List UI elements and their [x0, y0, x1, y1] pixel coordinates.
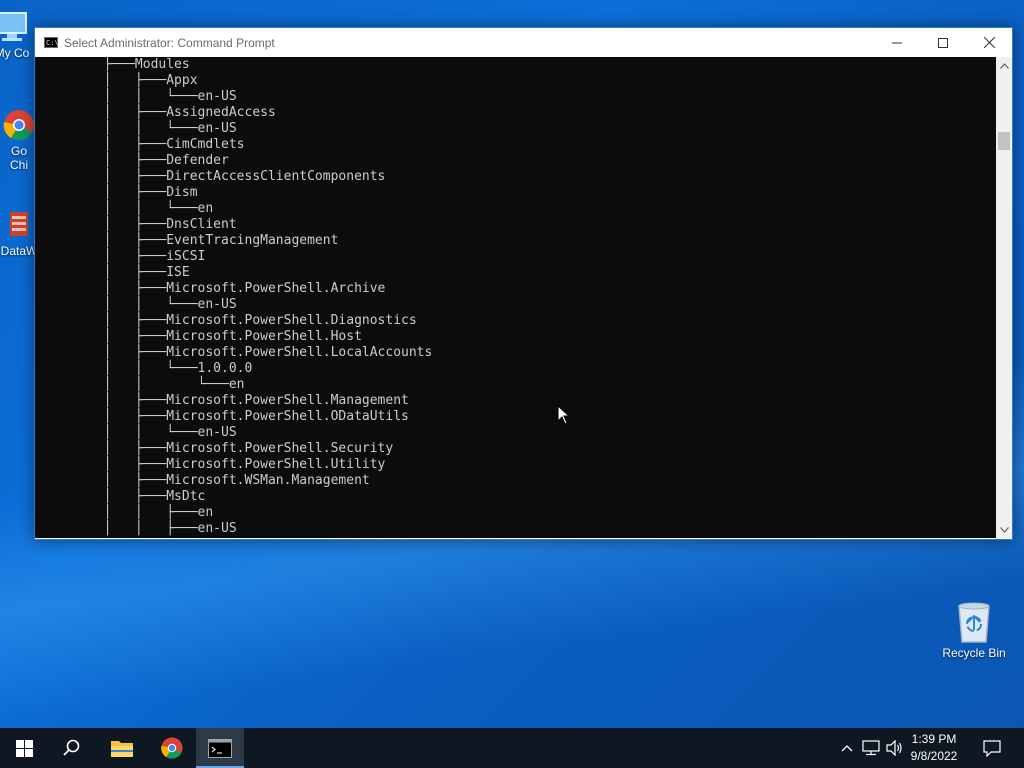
- notification-icon: [983, 739, 1001, 757]
- console-line: │ ├───Microsoft.PowerShell.Diagnostics: [41, 313, 417, 328]
- desktop-icon-label: Recycle Bin: [942, 646, 1006, 660]
- minimize-icon: [892, 42, 902, 43]
- taskbar-file-explorer[interactable]: [98, 728, 146, 768]
- search-button[interactable]: [48, 728, 96, 768]
- console-line: │ ├───Microsoft.PowerShell.ODataUtils: [41, 409, 409, 424]
- command-prompt-window[interactable]: C:\_ Select Administrator: Command Promp…: [34, 27, 1013, 540]
- console-line: │ ├───iSCSI: [41, 249, 206, 264]
- chevron-up-icon: [841, 745, 853, 752]
- start-button[interactable]: [0, 728, 48, 768]
- scroll-up-button[interactable]: [996, 57, 1012, 74]
- console-line: │ │ ├───en-US: [41, 521, 237, 536]
- show-hidden-icons-button[interactable]: [838, 728, 856, 768]
- chrome-icon: [161, 737, 183, 759]
- console-line: │ │ └───en-US: [41, 121, 237, 136]
- windows-logo-icon: [15, 739, 33, 757]
- console-line: │ │ └───en: [41, 201, 214, 216]
- taskbar: 1:39 PM 9/8/2022: [0, 728, 1024, 768]
- volume-button[interactable]: [884, 728, 904, 768]
- taskbar-clock[interactable]: 1:39 PM 9/8/2022: [904, 731, 964, 765]
- console-line: │ │ └───en: [41, 377, 245, 392]
- vertical-scrollbar[interactable]: [996, 57, 1012, 538]
- window-title: Select Administrator: Command Prompt: [64, 36, 275, 50]
- network-icon: [862, 740, 880, 756]
- console-line: │ ├───DnsClient: [41, 217, 237, 232]
- action-center-button[interactable]: [970, 728, 1014, 768]
- minimize-button[interactable]: [874, 28, 920, 57]
- clock-date: 9/8/2022: [910, 749, 958, 763]
- console-line: │ ├───Microsoft.PowerShell.Archive: [41, 281, 386, 296]
- console-output[interactable]: ├───Modules │ ├───Appx │ │ └───en-US │ ├…: [35, 57, 996, 538]
- clock-time: 1:39 PM: [911, 732, 957, 746]
- console-line: │ ├───CimCmdlets: [41, 137, 245, 152]
- desktop-icon-recycle-bin[interactable]: Recycle Bin: [936, 600, 1012, 660]
- console-line: │ ├───Microsoft.PowerShell.LocalAccounts: [41, 345, 433, 360]
- mouse-cursor-icon: [557, 405, 571, 425]
- console-line: │ ├───Microsoft.PowerShell.Management: [41, 393, 409, 408]
- console-line: │ ├───ISE: [41, 265, 190, 280]
- console-line: │ ├───Microsoft.PowerShell.Utility: [41, 457, 386, 472]
- chrome-icon: [3, 110, 34, 141]
- console-line: │ │ └───1.0.0.0: [41, 361, 253, 376]
- taskbar-chrome[interactable]: [148, 728, 196, 768]
- console-line: │ ├───Appx: [41, 73, 198, 88]
- console-line: │ ├───AssignedAccess: [41, 105, 276, 120]
- console-line: │ │ └───en-US: [41, 425, 237, 440]
- scroll-down-button[interactable]: [996, 521, 1012, 538]
- taskbar-command-prompt[interactable]: [196, 728, 244, 768]
- console-line: │ ├───Microsoft.WSMan.Management: [41, 473, 370, 488]
- console-line: │ │ └───en-US: [41, 89, 237, 104]
- console-line: │ ├───MsDtc: [41, 489, 206, 504]
- console-line: │ │ ├───en: [41, 505, 214, 520]
- maximize-button[interactable]: [920, 28, 966, 57]
- console-line: │ ├───DirectAccessClientComponents: [41, 169, 386, 184]
- chevron-up-icon: [999, 62, 1009, 69]
- console-line: │ │ └───en-US: [41, 297, 237, 312]
- computer-icon: [0, 12, 27, 41]
- network-status-button[interactable]: [860, 728, 882, 768]
- command-prompt-icon: [208, 738, 232, 758]
- console-line: │ ├───Dism: [41, 185, 198, 200]
- console-line: │ ├───Microsoft.PowerShell.Security: [41, 441, 394, 456]
- search-icon: [63, 739, 80, 756]
- console-line: │ ├───Defender: [41, 153, 229, 168]
- console-line: ├───Modules: [41, 57, 190, 72]
- close-button[interactable]: [966, 28, 1012, 57]
- recycle-bin-icon: [954, 600, 994, 644]
- console-line: │ ├───EventTracingManagement: [41, 233, 339, 248]
- scrollbar-thumb[interactable]: [998, 132, 1010, 150]
- command-prompt-icon: C:\_: [44, 37, 63, 48]
- database-icon: [10, 212, 28, 236]
- folder-icon: [111, 741, 133, 757]
- window-titlebar[interactable]: C:\_ Select Administrator: Command Promp…: [35, 28, 1012, 57]
- speaker-icon: [886, 740, 902, 756]
- close-icon: [983, 37, 995, 48]
- chevron-down-icon: [999, 526, 1009, 533]
- maximize-icon: [938, 37, 948, 48]
- console-text: ├───Modules │ ├───Appx │ │ └───en-US │ ├…: [35, 57, 996, 537]
- console-line: │ ├───Microsoft.PowerShell.Host: [41, 329, 362, 344]
